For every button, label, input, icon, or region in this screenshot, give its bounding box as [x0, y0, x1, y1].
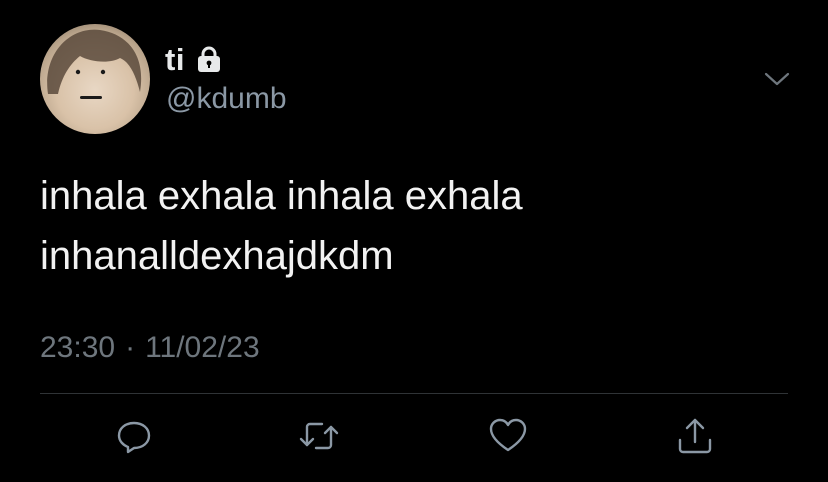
reply-button[interactable]: [114, 416, 154, 456]
timestamp[interactable]: 23:30 · 11/02/23: [40, 331, 260, 365]
divider: [40, 393, 788, 394]
reply-icon: [115, 417, 153, 455]
chevron-down-icon[interactable]: [760, 62, 794, 96]
timestamp-separator: ·: [125, 331, 136, 364]
like-button[interactable]: [488, 416, 528, 456]
tweet-time: 23:30: [40, 331, 116, 364]
tweet-text-line: inhanalldexhajdkdm: [40, 234, 394, 278]
share-button[interactable]: [675, 416, 715, 456]
tweet-date: 11/02/23: [145, 331, 260, 364]
lock-icon: [195, 46, 223, 74]
author-row: ti: [165, 42, 223, 78]
avatar-face: [47, 29, 142, 99]
author-handle[interactable]: @kdumb: [166, 82, 287, 116]
tweet-text: inhala exhala inhala exhala inhanalldexh…: [40, 166, 780, 286]
share-icon: [675, 416, 715, 456]
heart-icon: [488, 417, 528, 455]
tweet-card: ti @kdumb inhala exhala inhala exhala in…: [0, 0, 828, 482]
retweet-icon: [298, 417, 340, 455]
avatar[interactable]: [40, 24, 150, 134]
retweet-button[interactable]: [299, 416, 339, 456]
display-name[interactable]: ti: [165, 42, 185, 78]
tweet-text-line: inhala exhala inhala exhala: [40, 174, 523, 218]
